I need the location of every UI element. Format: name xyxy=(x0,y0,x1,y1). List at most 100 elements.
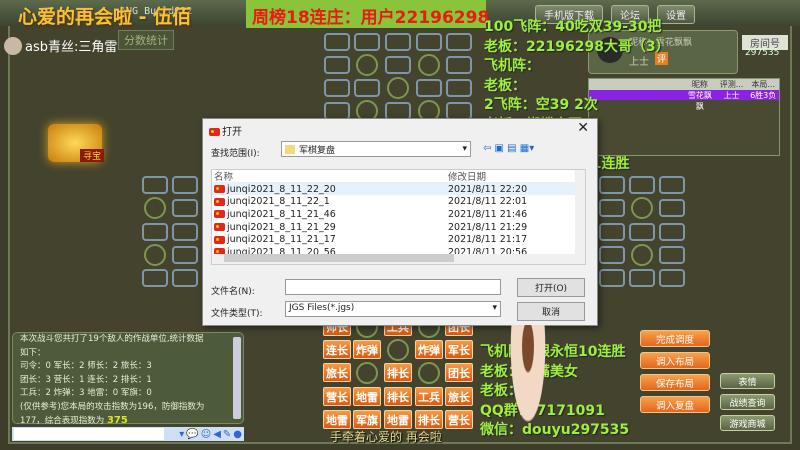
post-node[interactable] xyxy=(446,79,472,97)
file-row[interactable]: junqi2021_8_11_21_46 2021/8/11 21:46 xyxy=(212,208,585,221)
post-node[interactable] xyxy=(142,223,168,241)
board-piece[interactable]: 炸弹 xyxy=(353,340,381,359)
load-layout-button[interactable]: 调入布局 xyxy=(640,352,710,369)
post-node[interactable] xyxy=(324,56,350,74)
post-node[interactable] xyxy=(659,199,685,217)
post-node[interactable] xyxy=(629,269,655,287)
camp-node[interactable] xyxy=(631,244,653,266)
horizontal-scrollbar[interactable] xyxy=(212,254,585,264)
col-header-nickname[interactable]: 昵称 xyxy=(684,79,716,90)
player-name: 雪花飘飘 xyxy=(687,91,712,111)
file-row[interactable]: junqi2021_8_11_21_29 2021/8/11 21:29 xyxy=(212,221,585,234)
camp-node[interactable] xyxy=(631,197,653,219)
post-node[interactable] xyxy=(416,79,442,97)
post-node[interactable] xyxy=(599,269,625,287)
post-node[interactable] xyxy=(385,56,411,74)
board-piece[interactable]: 地雷 xyxy=(384,410,412,429)
emotion-button[interactable]: 表情 xyxy=(720,373,775,389)
camp-node[interactable] xyxy=(356,362,378,384)
post-node[interactable] xyxy=(659,269,685,287)
post-node[interactable] xyxy=(385,33,411,51)
camp-node[interactable] xyxy=(418,54,440,76)
score-stats-button[interactable]: 分数统计 xyxy=(118,30,174,50)
post-node[interactable] xyxy=(354,79,380,97)
chat-input[interactable]: ▾💬☺◀✎● xyxy=(12,427,244,441)
avatar xyxy=(4,36,22,55)
chat-scrollbar[interactable] xyxy=(233,337,241,419)
post-node[interactable] xyxy=(172,199,198,217)
post-node[interactable] xyxy=(599,199,625,217)
filetype-select[interactable]: JGS Files(*.jgs) ▾ xyxy=(285,301,501,317)
camp-node[interactable] xyxy=(144,197,166,219)
post-node[interactable] xyxy=(172,176,198,194)
board-piece[interactable]: 炸弹 xyxy=(415,340,443,359)
emoji-toolbar-icon[interactable]: ▾💬☺◀✎● xyxy=(179,429,244,440)
post-node[interactable] xyxy=(324,33,350,51)
col-name[interactable]: 名称 xyxy=(212,169,448,183)
post-node[interactable] xyxy=(659,246,685,264)
board-piece[interactable]: 团长 xyxy=(445,363,473,382)
post-node[interactable] xyxy=(446,56,472,74)
board-piece[interactable]: 地雷 xyxy=(353,387,381,406)
back-icon[interactable]: ⇦ ▣ ▤ ▦▾ xyxy=(483,143,534,154)
room-id: 297535 xyxy=(745,48,780,58)
post-node[interactable] xyxy=(172,246,198,264)
overlay-line: 飞机阵：跟永恒10连胜 xyxy=(480,344,626,360)
chat-line: (仅供参考)您本局的攻击指数为196，防御指数为 xyxy=(20,401,205,412)
post-node[interactable] xyxy=(659,176,685,194)
shop-button[interactable]: 游戏商城 xyxy=(720,415,775,431)
load-replay-button[interactable]: 调入复盘 xyxy=(640,396,710,413)
action-buttons: 完成调度 调入布局 保存布局 调入复盘 xyxy=(640,330,710,413)
board-piece[interactable]: 营长 xyxy=(445,410,473,429)
records-button[interactable]: 战绩查询 xyxy=(720,394,775,410)
side-buttons: 表情 战绩查询 游戏商城 xyxy=(720,373,775,431)
lyric-subtitle: 手牵着心爱的 再会啦 xyxy=(330,430,442,444)
board-piece[interactable]: 排长 xyxy=(384,363,412,382)
camp-node[interactable] xyxy=(144,244,166,266)
close-icon[interactable]: ✕ xyxy=(577,120,589,136)
post-node[interactable] xyxy=(172,223,198,241)
open-button[interactable]: 打开(O) xyxy=(517,278,585,297)
post-node[interactable] xyxy=(354,33,380,51)
board-piece[interactable]: 军长 xyxy=(445,340,473,359)
file-row[interactable]: junqi2021_8_11_22_20 2021/8/11 22:20 xyxy=(212,182,585,196)
post-node[interactable] xyxy=(629,223,655,241)
save-layout-button[interactable]: 保存布局 xyxy=(640,374,710,391)
lookin-select[interactable]: 军棋复盘 ▾ xyxy=(281,141,471,157)
camp-node[interactable] xyxy=(418,362,440,384)
post-node[interactable] xyxy=(599,176,625,194)
post-node[interactable] xyxy=(599,223,625,241)
vertical-scrollbar[interactable] xyxy=(575,170,585,254)
post-node[interactable] xyxy=(599,246,625,264)
board-piece[interactable]: 地雷 xyxy=(323,410,351,429)
treasure-chest-icon[interactable]: 寻宝 xyxy=(48,124,104,162)
file-row[interactable]: junqi2021_8_11_22_1 2021/8/11 22:01 xyxy=(212,195,585,208)
post-node[interactable] xyxy=(172,269,198,287)
board-piece[interactable]: 排长 xyxy=(415,410,443,429)
post-node[interactable] xyxy=(142,269,168,287)
col-header-rating[interactable]: 评测... xyxy=(716,79,748,90)
post-node[interactable] xyxy=(416,33,442,51)
overlay-line: 微信：douyu297535 xyxy=(480,422,630,438)
col-date[interactable]: 修改日期 xyxy=(448,169,486,183)
board-piece[interactable]: 营长 xyxy=(323,387,351,406)
filename-input[interactable] xyxy=(285,279,501,295)
file-row[interactable]: junqi2021_8_11_21_17 2021/8/11 21:17 xyxy=(212,233,585,246)
board-piece[interactable]: 排长 xyxy=(384,387,412,406)
board-piece[interactable]: 工兵 xyxy=(415,387,443,406)
col-header-record[interactable]: 本局... xyxy=(747,79,779,90)
camp-node[interactable] xyxy=(356,54,378,76)
camp-node[interactable] xyxy=(387,339,409,361)
board-piece[interactable]: 旅长 xyxy=(445,387,473,406)
finish-setup-button[interactable]: 完成调度 xyxy=(640,330,710,347)
post-node[interactable] xyxy=(446,33,472,51)
post-node[interactable] xyxy=(142,176,168,194)
post-node[interactable] xyxy=(659,223,685,241)
board-piece[interactable]: 连长 xyxy=(323,340,351,359)
cancel-button[interactable]: 取消 xyxy=(517,302,585,321)
post-node[interactable] xyxy=(324,79,350,97)
camp-node[interactable] xyxy=(387,77,409,99)
post-node[interactable] xyxy=(629,176,655,194)
board-piece[interactable]: 旅长 xyxy=(323,363,351,382)
board-piece[interactable]: 军旗 xyxy=(353,410,381,429)
